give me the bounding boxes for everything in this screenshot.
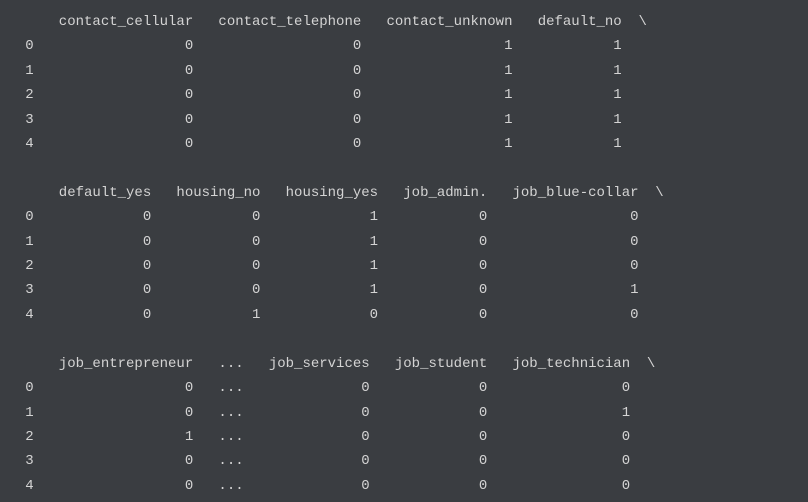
dataframe-output: contact_cellular contact_telephone conta… (0, 0, 808, 498)
